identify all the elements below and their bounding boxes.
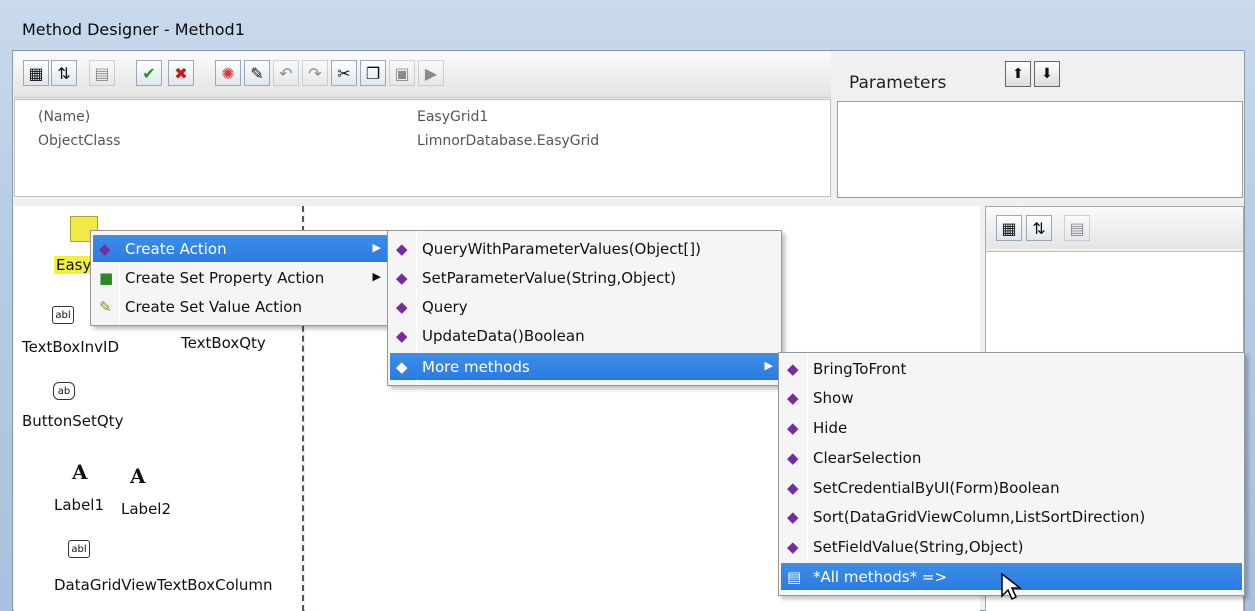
- more-methods-icon: ◆: [396, 358, 408, 376]
- undo-icon[interactable]: ↶: [273, 60, 299, 86]
- dgv-column-label[interactable]: DataGridViewTextBoxColumn: [54, 576, 273, 594]
- menu-item-method[interactable]: ◆ Sort(DataGridViewColumn,ListSortDirect…: [781, 503, 1242, 530]
- action-icon: ◆: [99, 240, 111, 258]
- menu-item-label: Sort(DataGridViewColumn,ListSortDirectio…: [813, 508, 1146, 526]
- method-icon: ◆: [396, 240, 408, 258]
- property-row-name[interactable]: (Name) EasyGrid1: [15, 106, 830, 130]
- menu-item-create-set-value-action[interactable]: ✎ Create Set Value Action: [93, 293, 387, 320]
- window-title: Method Designer - Method1: [22, 20, 245, 39]
- title-bar[interactable]: Method Designer - Method1: [0, 0, 1255, 48]
- menu-item-method[interactable]: ◆ ClearSelection: [781, 444, 1242, 471]
- method-icon: ◆: [787, 360, 799, 378]
- pencil-icon: ✎: [99, 298, 112, 316]
- chevron-right-icon: ▶: [372, 270, 381, 283]
- menu-item-method[interactable]: ◆ Show: [781, 384, 1242, 411]
- sort-az-icon[interactable]: ⇅: [51, 60, 77, 86]
- property-row-objectclass[interactable]: ObjectClass LimnorDatabase.EasyGrid: [15, 130, 830, 154]
- property-name-label: (Name): [38, 109, 91, 125]
- main-toolbar: ▦ ⇅ ▤ ✔ ✖ ✺ ✎ ↶ ↷ ✂ ❐ ▣ ▶: [14, 52, 831, 98]
- menu-item-label: Hide: [813, 419, 848, 437]
- paste-icon[interactable]: ▣: [389, 60, 415, 86]
- list-icon: ▤: [787, 568, 802, 586]
- menu-item-create-set-property-action[interactable]: ■ Create Set Property Action ▶: [93, 264, 387, 291]
- menu-item-label: Create Set Property Action: [125, 269, 325, 287]
- cancel-icon[interactable]: ✖: [168, 60, 194, 86]
- method-icon: ◆: [787, 538, 799, 556]
- redo-icon[interactable]: ↷: [302, 60, 328, 86]
- label2-icon[interactable]: A: [130, 464, 146, 488]
- textbox-qty-label[interactable]: TextBoxQty: [181, 334, 266, 352]
- menu-item-label: ClearSelection: [813, 449, 922, 467]
- button-icon[interactable]: ab: [53, 382, 75, 400]
- cut-icon[interactable]: ✂: [331, 60, 357, 86]
- label1-label[interactable]: Label1: [54, 496, 104, 514]
- label1-icon[interactable]: A: [72, 460, 88, 484]
- menu-item-label: Create Action: [125, 240, 227, 258]
- run-icon[interactable]: ▶: [418, 60, 444, 86]
- textbox-invid-label[interactable]: TextBoxInvID: [22, 338, 119, 356]
- buttonsetqty-label[interactable]: ButtonSetQty: [22, 412, 123, 430]
- method-icon: ◆: [787, 508, 799, 526]
- property-objectclass-label: ObjectClass: [38, 133, 121, 149]
- property-name-value: EasyGrid1: [417, 109, 489, 125]
- menu-item-method[interactable]: ◆ SetParameterValue(String,Object): [390, 264, 779, 291]
- categorized-icon[interactable]: ▦: [23, 60, 49, 86]
- mouse-cursor-icon: [1001, 572, 1022, 601]
- menu-item-label: Query: [422, 298, 468, 316]
- chevron-right-icon: ▶: [372, 241, 381, 254]
- menu-item-label: *All methods* =>: [813, 568, 948, 586]
- parameters-list[interactable]: [837, 101, 1243, 198]
- method-icon: ◆: [396, 269, 408, 287]
- more-methods-submenu: ◆ BringToFront ◆ Show ◆ Hide ◆ ClearSele…: [778, 352, 1245, 596]
- method-designer-window: Method Designer - Method1 ▦ ⇅ ▤ ✔ ✖ ✺ ✎ …: [0, 0, 1255, 611]
- method-icon: ◆: [787, 449, 799, 467]
- dgv-column-icon[interactable]: abl: [68, 540, 90, 558]
- menu-item-method[interactable]: ◆ Hide: [781, 414, 1242, 441]
- menu-item-label: UpdateData()Boolean: [422, 327, 585, 345]
- menu-item-label: QueryWithParameterValues(Object[]): [422, 240, 701, 258]
- move-up-icon[interactable]: ⬆: [1005, 61, 1031, 87]
- accept-icon[interactable]: ✔: [136, 60, 162, 86]
- menu-item-label: Show: [813, 389, 854, 407]
- label2-label[interactable]: Label2: [121, 500, 171, 518]
- property-pages-icon[interactable]: ▤: [89, 60, 115, 86]
- copy-icon[interactable]: ❐: [360, 60, 386, 86]
- menu-item-label: SetCredentialByUI(Form)Boolean: [813, 479, 1060, 497]
- menu-item-label: More methods: [422, 358, 530, 376]
- method-icon: ◆: [396, 298, 408, 316]
- menu-item-method[interactable]: ◆ SetCredentialByUI(Form)Boolean: [781, 474, 1242, 501]
- parameters-title: Parameters: [849, 73, 947, 93]
- menu-item-label: SetParameterValue(String,Object): [422, 269, 676, 287]
- property-grid: (Name) EasyGrid1 ObjectClass LimnorDatab…: [14, 99, 831, 197]
- magic-icon[interactable]: ✎: [244, 60, 270, 86]
- menu-item-create-action[interactable]: ◆ Create Action ▶: [93, 235, 387, 262]
- chevron-right-icon: ▶: [764, 359, 773, 372]
- property-pages-icon[interactable]: ▤: [1064, 215, 1090, 241]
- right-toolbar: ▦ ⇅ ▤: [986, 207, 1243, 249]
- debug-icon[interactable]: ✺: [215, 60, 241, 86]
- easygrid-label[interactable]: Easy: [54, 256, 94, 274]
- sort-az-icon[interactable]: ⇅: [1026, 215, 1052, 241]
- menu-item-more-methods[interactable]: ◆ More methods ▶: [390, 353, 779, 380]
- menu-item-label: SetFieldValue(String,Object): [813, 538, 1024, 556]
- property-objectclass-value: LimnorDatabase.EasyGrid: [417, 133, 600, 149]
- menu-item-method[interactable]: ◆ SetFieldValue(String,Object): [781, 533, 1242, 560]
- categorized-icon[interactable]: ▦: [996, 215, 1022, 241]
- menu-item-label: Create Set Value Action: [125, 298, 302, 316]
- menu-item-method[interactable]: ◆ QueryWithParameterValues(Object[]): [390, 235, 779, 262]
- method-icon: ◆: [396, 327, 408, 345]
- menu-item-method[interactable]: ◆ UpdateData()Boolean: [390, 322, 779, 349]
- menu-item-method[interactable]: ◆ BringToFront: [781, 355, 1242, 382]
- method-icon: ◆: [787, 419, 799, 437]
- menu-item-method[interactable]: ◆ Query: [390, 293, 779, 320]
- menu-item-label: BringToFront: [813, 360, 907, 378]
- context-menu: ◆ Create Action ▶ ■ Create Set Property …: [90, 230, 390, 326]
- property-icon: ■: [99, 269, 114, 287]
- create-action-submenu: ◆ QueryWithParameterValues(Object[]) ◆ S…: [387, 230, 782, 386]
- move-down-icon[interactable]: ⬇: [1034, 61, 1060, 87]
- method-icon: ◆: [787, 479, 799, 497]
- textbox-icon[interactable]: abl: [52, 306, 74, 324]
- method-icon: ◆: [787, 389, 799, 407]
